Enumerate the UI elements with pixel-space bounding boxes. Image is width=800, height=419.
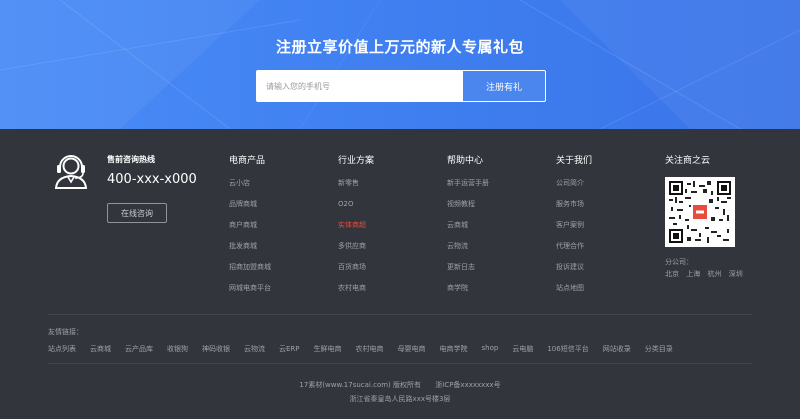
copyright-text: 17素材(www.17sucai.com) 版权所有 [299, 381, 422, 389]
friend-link[interactable]: 母婴电商 [398, 344, 426, 354]
friend-link[interactable]: 站点列表 [48, 344, 76, 354]
hotline-phone: 400-xxx-x000 [107, 172, 197, 187]
column-help-center: 帮助中心 新手运营手册 视频教程 云商城 云物流 更新日志 商学院 [447, 153, 489, 304]
friend-links-label: 友情链接： [48, 328, 83, 336]
friend-link[interactable]: 分类目录 [645, 344, 673, 354]
footer-link[interactable]: 百货商场 [338, 262, 374, 283]
hotline-title: 售前咨询热线 [107, 155, 155, 164]
footer-link[interactable]: 代理合作 [556, 241, 592, 262]
friend-link[interactable]: 云商城 [90, 344, 111, 354]
footer-link[interactable]: 站点地图 [556, 283, 592, 304]
friend-link[interactable]: 神码收银 [202, 344, 230, 354]
branch-city: 上海 [686, 270, 701, 278]
footer-link[interactable]: 批发商城 [229, 241, 271, 262]
column-title: 电商产品 [229, 156, 266, 166]
footer-link[interactable]: 服务市场 [556, 199, 592, 220]
friend-link[interactable]: 云ERP [279, 344, 300, 354]
footer-link[interactable]: 更新日志 [447, 262, 489, 283]
copyright: 17素材(www.17sucai.com) 版权所有 浙ICP备xxxxxxxx… [0, 380, 800, 390]
branch-city: 深圳 [728, 270, 743, 278]
footer-link[interactable]: 招商加盟商城 [229, 262, 271, 283]
follow-title: 关注商之云 [665, 156, 711, 166]
banner-decoration [0, 0, 800, 129]
footer-link[interactable]: 品牌商城 [229, 199, 271, 220]
friend-link[interactable]: 电商学院 [440, 344, 468, 354]
friend-link[interactable]: 云电脑 [512, 344, 533, 354]
column-title: 行业方案 [338, 156, 375, 166]
signup-banner: 注册立享价值上万元的新人专属礼包 注册有礼 [0, 0, 800, 129]
friend-link[interactable]: 云物流 [244, 344, 265, 354]
column-ecommerce-products: 电商产品 云小店 品牌商城 商户商城 批发商城 招商加盟商城 网城电商平台 [229, 153, 271, 304]
branch-city: 北京 [665, 270, 679, 278]
footer-link[interactable]: 云小店 [229, 178, 271, 199]
footer-link-highlighted[interactable]: 实体商超 [338, 220, 374, 241]
friend-link[interactable]: 收银狗 [167, 344, 188, 354]
footer-link[interactable]: 新手运营手册 [447, 178, 489, 199]
column-industry-solutions: 行业方案 新零售 O2O 实体商超 多供应商 百货商场 农村电商 [338, 153, 374, 304]
divider [48, 314, 752, 315]
customer-service-headset-icon [54, 155, 88, 189]
divider [48, 363, 752, 364]
footer-link[interactable]: O2O [338, 199, 374, 220]
company-address: 浙江省秦皇岛人民路xxx号楼3层 [349, 395, 451, 403]
qr-code-icon [665, 177, 735, 247]
friend-links: 站点列表 云商城 云产品库 收银狗 神码收银 云物流 云ERP 生鲜电商 农村电… [48, 344, 758, 354]
footer-link[interactable]: 新零售 [338, 178, 374, 199]
online-consult-button[interactable]: 在线咨询 [107, 203, 167, 223]
footer: 售前咨询热线 400-xxx-x000 在线咨询 电商产品 云小店 品牌商城 商… [0, 129, 800, 419]
footer-link[interactable]: 商户商城 [229, 220, 271, 241]
friend-link[interactable]: 网站收录 [603, 344, 631, 354]
footer-link[interactable]: 公司简介 [556, 178, 592, 199]
follow-us: 关注商之云 分公司： 北京 上海 杭州 深圳 [665, 153, 743, 278]
friend-link[interactable]: 106短信平台 [547, 344, 588, 354]
friend-link[interactable]: 农村电商 [356, 344, 384, 354]
icp-number[interactable]: 浙ICP备xxxxxxxx号 [435, 381, 500, 389]
column-about-us: 关于我们 公司简介 服务市场 客户案例 代理合作 投诉建议 站点地图 [556, 153, 592, 304]
footer-link[interactable]: 商学院 [447, 283, 489, 304]
footer-link[interactable]: 多供应商 [338, 241, 374, 262]
register-button[interactable]: 注册有礼 [462, 70, 546, 102]
friend-link[interactable]: 云产品库 [125, 344, 153, 354]
column-title: 关于我们 [556, 156, 593, 166]
footer-link[interactable]: 云商城 [447, 220, 489, 241]
footer-link[interactable]: 云物流 [447, 241, 489, 262]
friend-link[interactable]: 生鲜电商 [314, 344, 342, 354]
friend-link[interactable]: shop [482, 344, 499, 354]
branch-label: 分公司： [665, 258, 693, 266]
column-title: 帮助中心 [447, 156, 484, 166]
branch-city: 杭州 [707, 270, 722, 278]
footer-link[interactable]: 投诉建议 [556, 262, 592, 283]
signup-form: 注册有礼 [256, 70, 546, 102]
footer-link[interactable]: 视频教程 [447, 199, 489, 220]
footer-link[interactable]: 客户案例 [556, 220, 592, 241]
phone-input[interactable] [256, 70, 462, 102]
banner-title: 注册立享价值上万元的新人专属礼包 [275, 38, 524, 56]
footer-link[interactable]: 农村电商 [338, 283, 374, 304]
footer-link[interactable]: 网城电商平台 [229, 283, 271, 304]
branch-cities: 北京 上海 杭州 深圳 [665, 269, 785, 279]
